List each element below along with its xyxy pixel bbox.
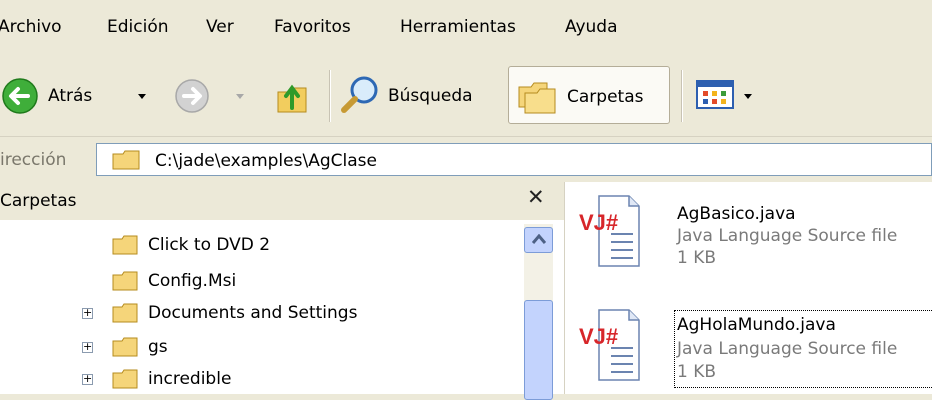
back-dropdown-icon[interactable]	[138, 94, 146, 99]
file-size: 1 KB	[677, 248, 717, 268]
forward-arrow-icon	[175, 79, 209, 113]
expand-icon[interactable]: +	[82, 307, 93, 319]
views-grid-icon	[696, 80, 734, 109]
back-button[interactable]: Atrás	[0, 66, 165, 124]
folder-icon	[112, 303, 138, 323]
file-item-agbasico[interactable]: VJ# AgBasico.java Java Language Source f…	[579, 194, 932, 284]
tree-item-label: gs	[148, 337, 168, 357]
file-type: Java Language Source file	[677, 339, 898, 359]
file-item-agholamundo[interactable]: VJ# AgHolaMundo.java Java Language Sourc…	[579, 302, 932, 392]
tree-item-label: Documents and Settings	[148, 303, 358, 323]
menu-bar: Archivo Edición Ver Favoritos Herramient…	[0, 0, 932, 58]
close-icon[interactable]: ✕	[527, 185, 545, 209]
vj-logo-text: VJ#	[579, 324, 618, 349]
folders-pane-title: Carpetas	[0, 191, 77, 211]
search-label: Búsqueda	[388, 86, 473, 106]
vj-logo-text: VJ#	[579, 210, 618, 235]
chevron-up-icon	[532, 234, 546, 244]
folders-button[interactable]: Carpetas	[508, 66, 670, 124]
forward-button[interactable]	[170, 66, 255, 124]
file-size: 1 KB	[677, 362, 717, 382]
folders-pane: Carpetas ✕ Click to DVD 2 Config.Msi + D…	[0, 182, 564, 400]
back-arrow-icon	[2, 78, 38, 114]
tree-item-label: incredible	[148, 369, 232, 389]
folder-icon	[112, 150, 140, 170]
expand-icon[interactable]: +	[82, 373, 93, 385]
address-input[interactable]: C:\jade\examples\AgClase	[96, 143, 932, 176]
expand-icon[interactable]: +	[82, 341, 93, 353]
folder-icon	[112, 235, 138, 255]
menu-favoritos[interactable]: Favoritos	[274, 17, 351, 37]
forward-dropdown-icon[interactable]	[236, 94, 244, 99]
java-file-icon: VJ#	[579, 309, 640, 381]
tree-item-label: Click to DVD 2	[148, 235, 271, 255]
tree-item-label: Config.Msi	[148, 271, 237, 291]
address-path: C:\jade\examples\AgClase	[155, 151, 377, 171]
address-bar: irección C:\jade\examples\AgClase	[0, 136, 932, 183]
java-file-icon: VJ#	[579, 195, 640, 267]
folder-icon	[112, 369, 138, 389]
file-name: AgHolaMundo.java	[677, 315, 836, 335]
scroll-up-button[interactable]	[524, 227, 553, 253]
menu-ver[interactable]: Ver	[206, 17, 234, 37]
toolbar-separator	[681, 70, 683, 122]
up-folder-button[interactable]	[266, 66, 318, 124]
address-label: irección	[0, 150, 67, 170]
folders-pane-header: Carpetas ✕	[0, 182, 564, 220]
search-button[interactable]: Búsqueda	[338, 66, 503, 124]
menu-edicion[interactable]: Edición	[107, 17, 169, 37]
file-type: Java Language Source file	[677, 226, 898, 246]
folder-icon	[112, 271, 138, 291]
file-name: AgBasico.java	[677, 204, 796, 224]
toolbar-separator	[329, 70, 331, 122]
views-button[interactable]	[692, 66, 764, 124]
views-dropdown-icon[interactable]	[744, 94, 752, 99]
folders-icon	[518, 82, 556, 114]
files-pane: VJ# AgBasico.java Java Language Source f…	[564, 182, 932, 394]
menu-ayuda[interactable]: Ayuda	[565, 17, 618, 37]
toolbar: Atrás Búsqueda Carpetas	[0, 58, 932, 136]
folder-icon	[112, 337, 138, 357]
back-label: Atrás	[48, 86, 93, 106]
up-folder-icon	[277, 84, 307, 113]
menu-archivo[interactable]: Archivo	[0, 17, 62, 37]
search-magnifier-icon	[341, 76, 378, 113]
scrollbar-thumb[interactable]	[524, 300, 553, 400]
folders-label: Carpetas	[567, 87, 644, 107]
menu-herramientas[interactable]: Herramientas	[400, 17, 516, 37]
